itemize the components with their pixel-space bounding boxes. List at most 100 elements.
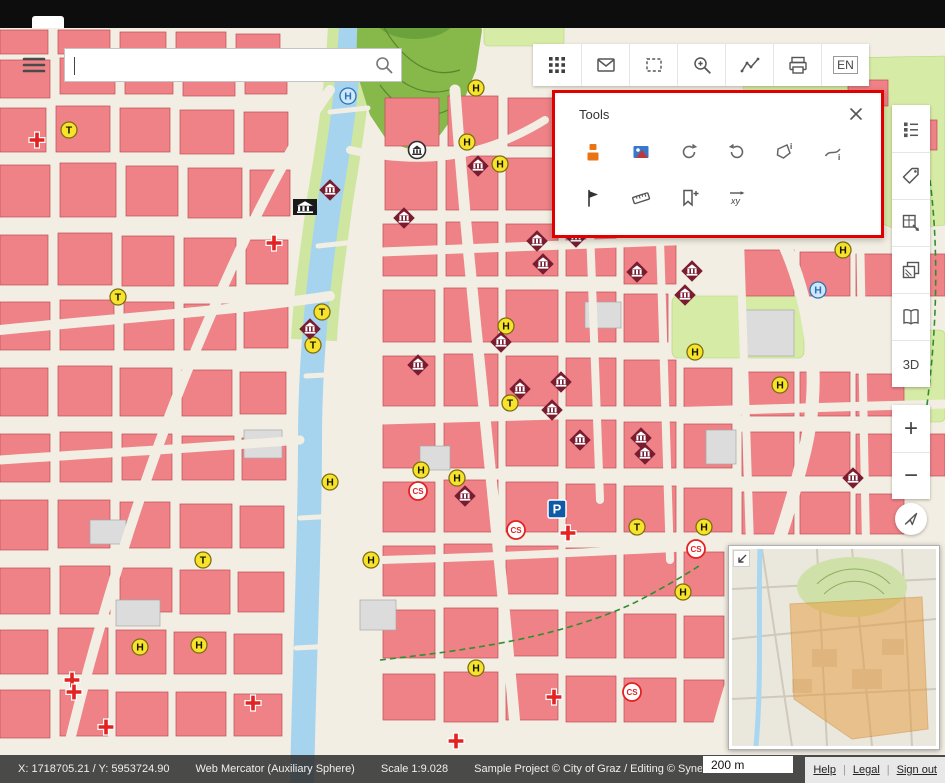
zoom-tool-button[interactable] — [677, 44, 725, 86]
svg-text:xy: xy — [730, 196, 741, 206]
svg-text:H: H — [776, 380, 784, 392]
zoom-in-button[interactable]: + — [892, 405, 930, 452]
bus-stop-marker[interactable]: H — [835, 242, 851, 258]
bus-stop-marker[interactable]: H — [687, 344, 703, 360]
search-button[interactable] — [367, 55, 401, 75]
zoom-out-button[interactable]: − — [892, 452, 930, 499]
redlining-button[interactable] — [569, 131, 617, 173]
tram-stop-marker[interactable]: T — [110, 289, 126, 305]
bus-stop-marker[interactable]: H — [772, 377, 788, 393]
bus-stop-marker[interactable]: H — [492, 156, 508, 172]
help-link[interactable]: Help — [813, 764, 836, 776]
tram-stop-marker[interactable]: T — [629, 519, 645, 535]
bus-stop-marker[interactable]: H — [696, 519, 712, 535]
tram-stop-marker[interactable]: T — [502, 395, 518, 411]
legal-link[interactable]: Legal — [853, 764, 880, 776]
svg-text:T: T — [310, 340, 317, 352]
monument-marker[interactable] — [409, 142, 426, 159]
bus-stop-marker[interactable]: H — [322, 474, 338, 490]
menu-button[interactable] — [20, 51, 48, 79]
transit-stop-blue-marker[interactable]: H — [810, 282, 826, 298]
search-box — [64, 48, 402, 82]
flag-marker-button[interactable] — [569, 177, 617, 219]
overview-map[interactable] — [728, 545, 940, 750]
tram-stop-marker[interactable]: T — [314, 304, 330, 320]
status-bar: X: 1718705.21 / Y: 5953724.90 Web Mercat… — [0, 755, 945, 783]
print-button[interactable] — [773, 44, 821, 86]
locate-button[interactable] — [895, 503, 927, 535]
collapse-overview-button[interactable] — [733, 550, 750, 567]
labels-button[interactable] — [892, 152, 930, 199]
tools-panel-title: Tools — [579, 107, 609, 122]
image-tool-button[interactable] — [617, 131, 665, 173]
carsharing-marker[interactable]: CS — [687, 540, 705, 558]
add-bookmark-button[interactable] — [665, 177, 713, 219]
svg-text:H: H — [136, 642, 144, 654]
bus-stop-marker[interactable]: H — [449, 470, 465, 486]
svg-text:H: H — [195, 640, 203, 652]
mail-button[interactable] — [581, 44, 629, 86]
svg-text:H: H — [496, 159, 504, 171]
link-separator: | — [887, 764, 890, 776]
apps-grid-icon — [546, 54, 568, 76]
bus-stop-marker[interactable]: H — [132, 639, 148, 655]
svg-text:H: H — [326, 477, 334, 489]
parking-marker[interactable]: P — [548, 500, 566, 518]
svg-text:H: H — [344, 91, 352, 103]
view-3d-button[interactable]: 3D — [892, 340, 930, 387]
apps-grid-button[interactable] — [533, 44, 581, 86]
tools-row-1: i i — [555, 127, 881, 173]
bus-stop-marker[interactable]: H — [675, 584, 691, 600]
circular-arrow-left-icon — [726, 141, 748, 163]
ruler-icon — [630, 187, 652, 209]
undo-arrow-button[interactable] — [713, 131, 761, 173]
tram-stop-marker[interactable]: T — [61, 122, 77, 138]
layers-button[interactable] — [892, 246, 930, 293]
bus-stop-marker[interactable]: H — [413, 462, 429, 478]
transit-stop-blue-marker[interactable]: H — [340, 88, 356, 104]
bus-stop-marker[interactable]: H — [498, 318, 514, 334]
museum-banner-marker[interactable] — [293, 199, 317, 215]
close-tools-button[interactable] — [845, 103, 867, 125]
redo-arrow-button[interactable] — [665, 131, 713, 173]
svg-text:H: H — [691, 347, 699, 359]
coordinates-button[interactable]: xy — [713, 177, 761, 219]
bus-stop-marker[interactable]: H — [459, 134, 475, 150]
polygon-info-icon: i — [774, 141, 796, 163]
print-icon — [787, 54, 809, 76]
measure-ruler-button[interactable] — [617, 177, 665, 219]
collapse-arrow-icon — [736, 553, 748, 565]
svg-text:H: H — [814, 285, 822, 297]
tram-stop-marker[interactable]: T — [195, 552, 211, 568]
bus-stop-marker[interactable]: H — [468, 80, 484, 96]
bus-stop-marker[interactable]: H — [468, 660, 484, 676]
atlas-button[interactable] — [892, 293, 930, 340]
layers-icon — [900, 259, 922, 281]
bus-stop-marker[interactable]: H — [191, 637, 207, 653]
svg-text:H: H — [839, 245, 847, 257]
tram-stop-marker[interactable]: T — [305, 337, 321, 353]
select-rectangle-button[interactable] — [629, 44, 677, 86]
bus-stop-marker[interactable]: H — [363, 552, 379, 568]
status-projection: Web Mercator (Auxiliary Sphere) — [196, 763, 355, 775]
svg-text:T: T — [507, 398, 514, 410]
mail-icon — [595, 54, 617, 76]
legend-button[interactable] — [892, 105, 930, 152]
line-info-button[interactable]: i — [809, 131, 857, 173]
profile-measure-button[interactable] — [725, 44, 773, 86]
scale-bar: 200 m — [702, 755, 794, 776]
open-book-icon — [900, 306, 922, 328]
carsharing-marker[interactable]: CS — [409, 482, 427, 500]
polygon-info-button[interactable]: i — [761, 131, 809, 173]
svg-text:H: H — [463, 137, 471, 149]
carsharing-marker[interactable]: CS — [623, 683, 641, 701]
carsharing-marker[interactable]: CS — [507, 521, 525, 539]
svg-text:H: H — [367, 555, 375, 567]
search-input[interactable] — [65, 58, 367, 73]
main-toolbar: EN — [533, 44, 869, 86]
tools-panel: Tools — [552, 90, 884, 238]
selection-table-button[interactable] — [892, 199, 930, 246]
signout-link[interactable]: Sign out — [897, 764, 937, 776]
language-button[interactable]: EN — [821, 44, 869, 86]
status-copyright: Sample Project © City of Graz / Editing … — [474, 763, 738, 775]
